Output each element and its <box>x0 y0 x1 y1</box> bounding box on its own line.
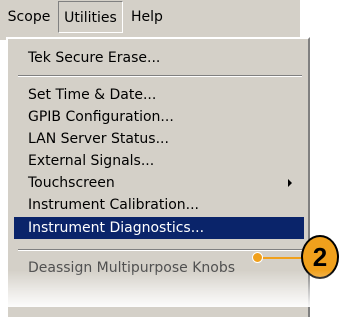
menu-item-external-signals[interactable]: External Signals... <box>14 150 304 172</box>
menu-tab-help[interactable]: Help <box>124 1 170 33</box>
menu-item-gpib-configuration[interactable]: GPIB Configuration... <box>14 106 304 128</box>
menu-item-set-time-date[interactable]: Set Time & Date... <box>14 84 304 106</box>
menu-item-instrument-diagnostics[interactable]: Instrument Diagnostics... <box>14 217 304 239</box>
chevron-right-icon <box>288 179 292 187</box>
menu-tab-scope[interactable]: Scope <box>0 1 58 33</box>
menu-item-touchscreen-label: Touchscreen <box>28 175 115 191</box>
menu-bar: Scope Utilities Help <box>0 0 300 40</box>
utilities-dropdown-menu: Tek Secure Erase... Set Time & Date... G… <box>6 37 310 317</box>
menu-separator <box>18 249 302 251</box>
menu-item-tek-secure-erase[interactable]: Tek Secure Erase... <box>14 47 304 69</box>
menu-item-touchscreen[interactable]: Touchscreen <box>14 172 304 194</box>
step-callout-badge: 2 <box>301 235 339 279</box>
callout-pointer-dot <box>252 252 263 263</box>
menu-item-instrument-calibration[interactable]: Instrument Calibration... <box>14 194 304 216</box>
menu-tab-utilities[interactable]: Utilities <box>58 1 123 33</box>
menu-item-lan-server-status[interactable]: LAN Server Status... <box>14 128 304 150</box>
menu-separator <box>18 75 302 77</box>
